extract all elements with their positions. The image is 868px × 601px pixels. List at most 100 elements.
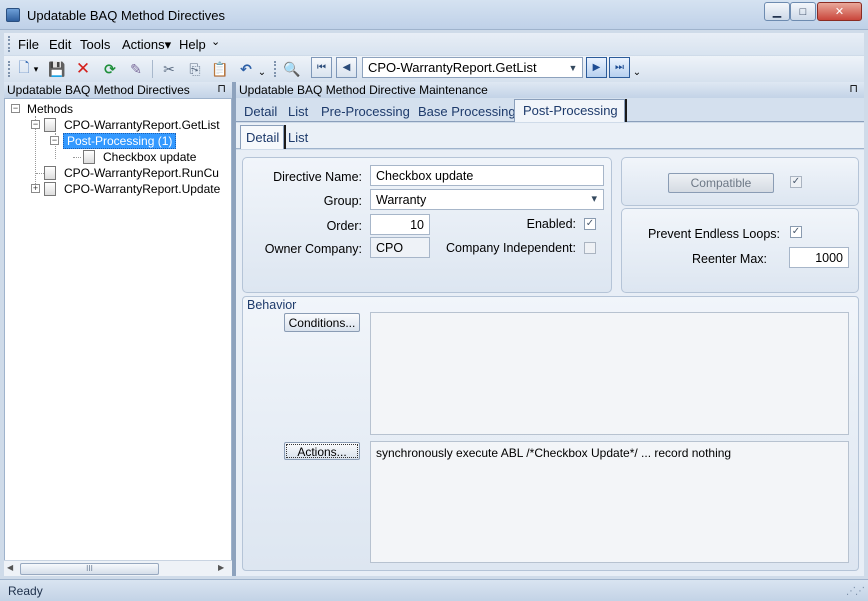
app-icon [6, 8, 20, 22]
search-combo[interactable]: CPO-WarrantyReport.GetList ▼ [362, 57, 583, 78]
tree-horizontal-scrollbar[interactable]: ◀ III ▶ [4, 560, 232, 576]
new-dropdown-icon[interactable]: ▾ [31, 59, 41, 79]
refresh-icon[interactable]: ⟳ [100, 59, 120, 79]
collapse-icon[interactable]: − [31, 120, 40, 129]
paste-icon[interactable]: 📋 [210, 59, 230, 79]
clear-icon[interactable]: ✎ [126, 59, 146, 79]
next-record-button[interactable]: ▶ [586, 57, 607, 78]
actions-textarea[interactable]: synchronously execute ABL /*Checkbox Upd… [370, 441, 849, 563]
pin-icon[interactable]: ⊓ [217, 82, 226, 95]
tree-node-getlist[interactable]: CPO-WarrantyReport.GetList [64, 118, 220, 132]
company-independent-label: Company Independent: [446, 241, 576, 255]
undo-icon[interactable]: ↶ [236, 59, 256, 79]
tree-node-post-processing[interactable]: Post-Processing (1) [63, 133, 177, 149]
behavior-title: Behavior [247, 298, 297, 312]
undo-overflow-icon[interactable]: ⌄ [256, 62, 268, 82]
tab-post-processing[interactable]: Post-Processing [514, 99, 625, 122]
group-value: Warranty [376, 193, 427, 207]
save-icon[interactable]: 💾 [47, 59, 67, 79]
window-title: Updatable BAQ Method Directives [27, 8, 225, 23]
tree-line [73, 157, 81, 158]
menu-file[interactable]: File [18, 37, 39, 52]
directive-name-field[interactable]: Checkbox update [370, 165, 604, 186]
nav-overflow-icon[interactable]: ⌄ [631, 62, 643, 82]
menu-actions[interactable]: Actions▾ [122, 37, 171, 53]
copy-icon[interactable]: ⎘ [185, 59, 205, 79]
subtab-detail[interactable]: Detail [240, 125, 285, 149]
tab-pre-processing[interactable]: Pre-Processing [321, 104, 410, 119]
subtab-list[interactable]: List [288, 130, 308, 145]
pin-icon[interactable]: ⊓ [849, 82, 858, 95]
search-icon[interactable]: 🔍 [282, 59, 302, 79]
resize-grip-icon[interactable]: ⋰⋰ [846, 586, 865, 597]
search-combo-value: CPO-WarrantyReport.GetList [368, 60, 537, 75]
right-pane-title: Updatable BAQ Method Directive Maintenan… [239, 83, 488, 97]
group-select[interactable]: Warranty ▾ [370, 189, 604, 210]
directive-name-label: Directive Name: [273, 170, 362, 184]
status-text: Ready [8, 584, 43, 598]
compatible-button[interactable]: Compatible [668, 173, 774, 193]
sub-tab-strip: Detail List [236, 123, 864, 149]
first-record-button[interactable]: ⏮ [311, 57, 332, 78]
prevent-endless-loops-checkbox[interactable]: ✓ [790, 226, 802, 238]
right-pane-header: Updatable BAQ Method Directive Maintenan… [236, 82, 864, 98]
group-label: Group: [323, 194, 362, 208]
method-icon [44, 166, 56, 180]
compatible-checkbox[interactable]: ✓ [790, 176, 802, 188]
menu-overflow-icon[interactable]: ⌄ [211, 35, 220, 48]
menu-grip[interactable] [8, 36, 11, 52]
tree-line [36, 173, 44, 174]
company-independent-checkbox[interactable] [584, 242, 596, 254]
enabled-checkbox[interactable]: ✓ [584, 218, 596, 230]
method-tree: − Methods − CPO-WarrantyReport.GetList −… [4, 98, 232, 576]
conditions-button[interactable]: Conditions... [284, 313, 360, 332]
title-bar: Updatable BAQ Method Directives ▁ □ ✕ [0, 0, 868, 30]
collapse-icon[interactable]: − [11, 104, 20, 113]
tab-base-processing[interactable]: Base Processing [418, 104, 516, 119]
actions-button[interactable]: Actions... [284, 442, 360, 460]
menu-tools[interactable]: Tools [80, 37, 110, 52]
toolbar: 🗋 ▾ 💾 ✕ ⟳ ✎ ✂ ⎘ 📋 ↶ ⌄ 🔍 ⏮ ◀ CPO-Warranty… [4, 56, 864, 82]
minimize-button[interactable]: ▁ [764, 2, 790, 21]
expand-icon[interactable]: + [31, 184, 40, 193]
left-pane-title: Updatable BAQ Method Directives [7, 83, 190, 97]
order-field[interactable]: 10 [370, 214, 430, 235]
chevron-down-icon[interactable]: ▼ [566, 60, 580, 75]
tree-node-update[interactable]: CPO-WarrantyReport.Update [64, 182, 220, 196]
tree-node-methods[interactable]: Methods [27, 102, 73, 116]
maximize-button[interactable]: □ [790, 2, 816, 21]
scroll-right-icon[interactable]: ▶ [218, 563, 224, 572]
close-button[interactable]: ✕ [817, 2, 862, 21]
menu-bar: File Edit Tools Actions▾ Help ⌄ [4, 33, 864, 55]
collapse-icon[interactable]: − [50, 136, 59, 145]
detail-content: Directive Name: Checkbox update Group: W… [236, 150, 864, 576]
chevron-down-icon[interactable]: ▾ [591, 192, 597, 205]
toolbar-grip-2[interactable] [274, 61, 277, 77]
method-icon [44, 182, 56, 196]
behavior-panel: Behavior Conditions... Actions... synchr… [242, 296, 859, 571]
tree-node-runcu[interactable]: CPO-WarrantyReport.RunCu [64, 166, 219, 180]
delete-icon[interactable]: ✕ [73, 59, 93, 79]
cut-icon[interactable]: ✂ [159, 59, 179, 79]
reenter-max-field[interactable]: 1000 [789, 247, 849, 268]
last-record-button[interactable]: ⏭ [609, 57, 630, 78]
directive-panel: Directive Name: Checkbox update Group: W… [242, 157, 612, 293]
conditions-textarea[interactable] [370, 312, 849, 435]
scroll-left-icon[interactable]: ◀ [7, 563, 13, 572]
toolbar-grip[interactable] [8, 61, 11, 77]
order-label: Order: [326, 219, 362, 233]
owner-company-label: Owner Company: [264, 242, 362, 256]
tab-list[interactable]: List [288, 104, 308, 119]
prev-record-button[interactable]: ◀ [336, 57, 357, 78]
method-icon [44, 118, 56, 132]
tab-detail[interactable]: Detail [244, 104, 277, 119]
directive-icon [83, 150, 95, 164]
prevent-endless-loops-label: Prevent Endless Loops: [647, 227, 780, 241]
scroll-thumb[interactable]: III [20, 563, 159, 575]
menu-edit[interactable]: Edit [49, 37, 71, 52]
owner-company-field: CPO [370, 237, 430, 258]
menu-help[interactable]: Help [179, 37, 206, 52]
tree-node-checkbox-update[interactable]: Checkbox update [103, 150, 196, 164]
loop-panel: Prevent Endless Loops: ✓ Reenter Max: 10… [621, 208, 859, 293]
enabled-label: Enabled: [526, 217, 576, 231]
